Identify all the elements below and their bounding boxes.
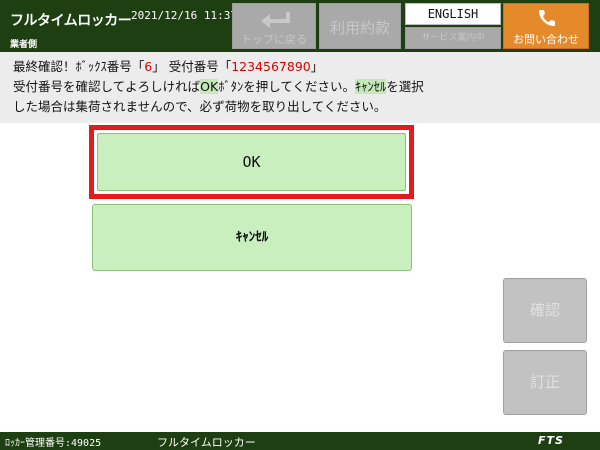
fts-logo: FTS	[538, 434, 564, 447]
contact-label: お問い合わせ	[513, 33, 579, 46]
footer-brand-name: フルタイムロッカー	[157, 436, 256, 449]
operator-label: 業者側	[10, 40, 38, 50]
brand-logo: フルタイムロッカー	[10, 13, 132, 29]
ok-keyword: OK	[200, 79, 219, 94]
header-bar: フルタイムロッカー 2021/12/16 11:37 業者側 トップに戻る 利用…	[0, 0, 600, 52]
terms-button[interactable]: 利用約款	[319, 3, 401, 49]
back-to-top-button[interactable]: トップに戻る	[232, 3, 316, 49]
confirmation-message: 最終確認！ﾎﾞｯｸｽ番号「6」 受付番号「1234567890」 受付番号を確認…	[0, 52, 600, 123]
english-button[interactable]: ENGLISH	[405, 3, 501, 25]
datetime-display: 2021/12/16 11:37	[131, 9, 237, 22]
footer-bar: ﾛｯｶｰ管理番号:49025 フルタイムロッカー FTS	[0, 432, 600, 450]
service-info-button[interactable]: サービス案内中	[405, 27, 501, 49]
message-line-1: 最終確認！ﾎﾞｯｸｽ番号「6」 受付番号「1234567890」	[13, 59, 324, 74]
cancel-keyword: ｷｬﾝｾﾙ	[354, 79, 387, 94]
correct-button[interactable]: 訂正	[503, 350, 587, 415]
contact-button[interactable]: お問い合わせ	[503, 3, 589, 49]
reception-number: 1234567890	[231, 59, 311, 74]
return-arrow-icon	[261, 12, 290, 28]
ok-button[interactable]: OK	[97, 133, 406, 191]
locker-management-number: ﾛｯｶｰ管理番号:49025	[5, 438, 102, 449]
ok-button-highlight: OK	[89, 125, 414, 199]
back-to-top-label: トップに戻る	[241, 33, 307, 46]
terms-label: 利用約款	[329, 19, 390, 37]
message-line-2: 受付番号を確認してよろしければOKﾎﾞﾀﾝを押してください。ｷｬﾝｾﾙを選択	[13, 79, 424, 94]
cancel-button[interactable]: ｷｬﾝｾﾙ	[92, 204, 412, 271]
message-line-3: した場合は集荷されませんので、必ず荷物を取り出してください。	[13, 99, 387, 114]
phone-icon	[539, 10, 555, 26]
confirm-button[interactable]: 確認	[503, 278, 587, 343]
